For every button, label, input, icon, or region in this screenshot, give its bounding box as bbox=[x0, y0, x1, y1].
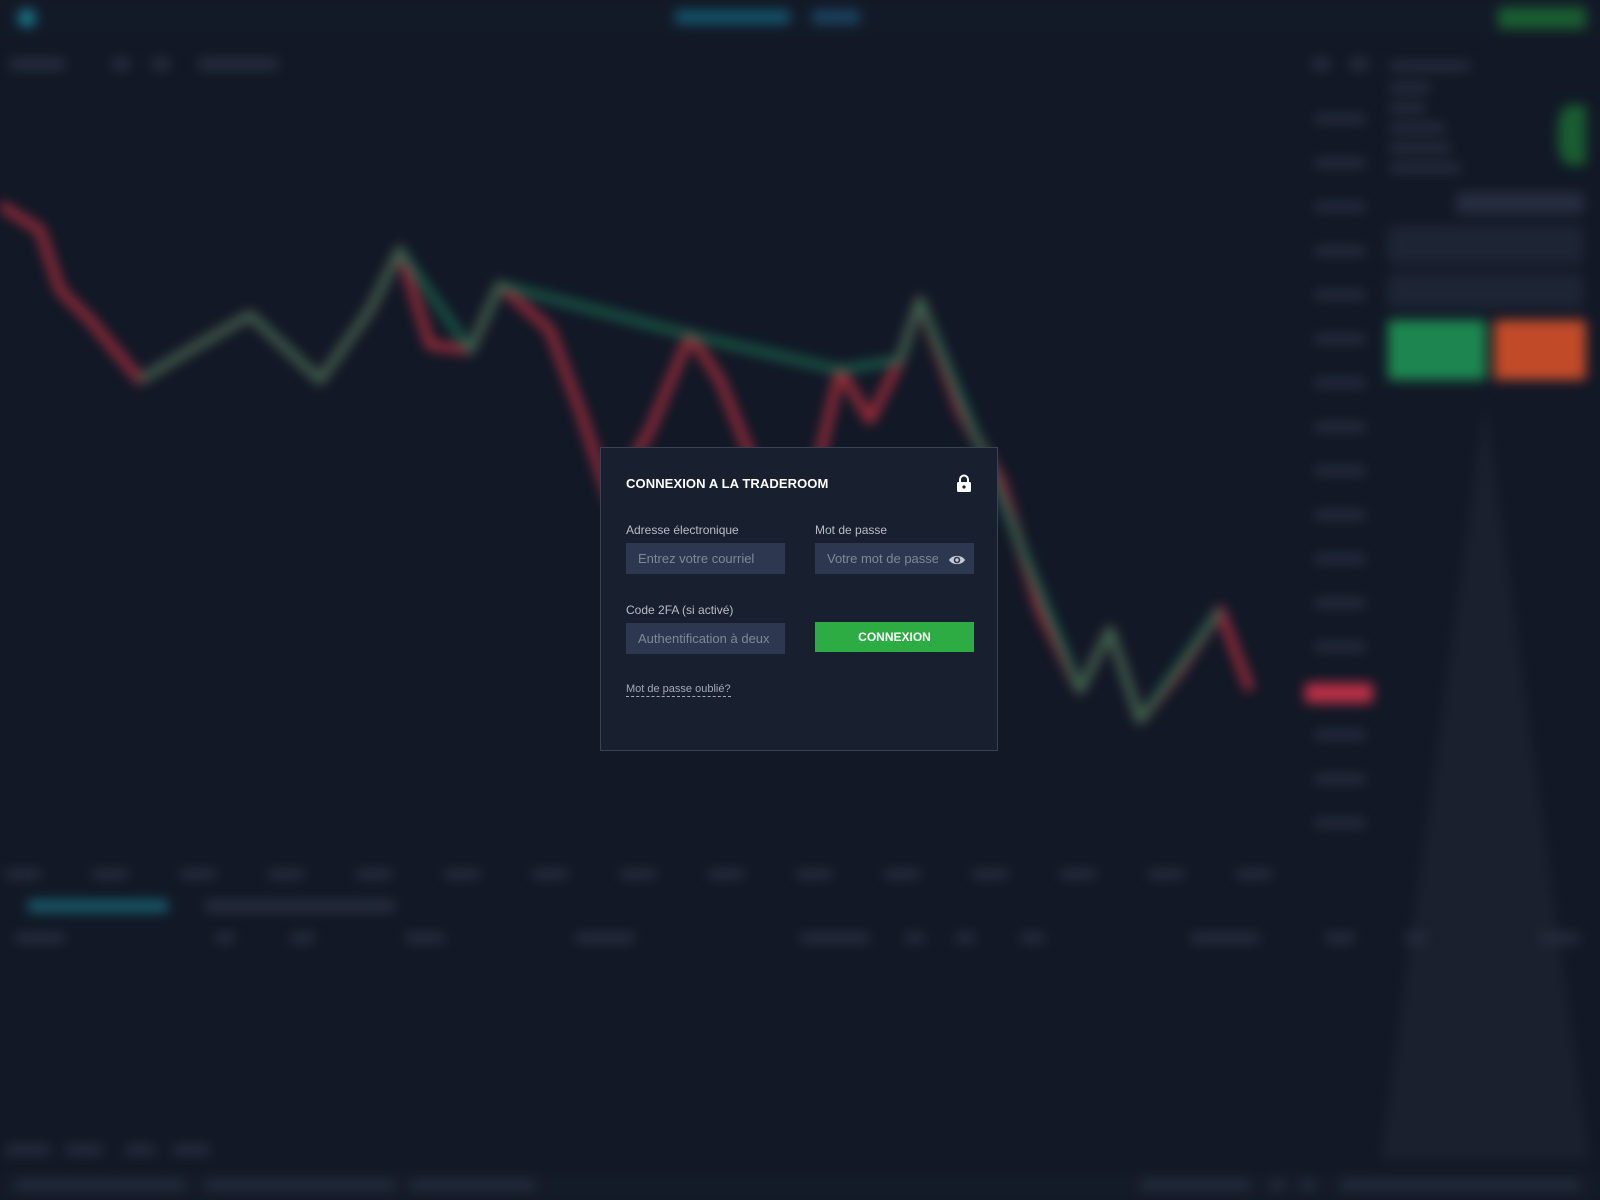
price-axis-tick bbox=[1315, 335, 1365, 343]
price-axis-tick bbox=[1315, 599, 1365, 607]
chart-toolbar-item bbox=[152, 58, 170, 70]
table-column-header bbox=[1325, 933, 1355, 943]
time-axis-tick bbox=[5, 870, 41, 878]
buy-button bbox=[1388, 320, 1486, 380]
twofa-label: Code 2FA (si activé) bbox=[626, 603, 734, 617]
asset-info-line bbox=[1390, 84, 1430, 92]
mini-chart-icon bbox=[1558, 105, 1586, 165]
price-axis-tick bbox=[1315, 115, 1365, 123]
time-axis-tick bbox=[1060, 870, 1096, 878]
login-button[interactable]: CONNEXION bbox=[815, 622, 974, 652]
lock-icon bbox=[957, 474, 971, 492]
chart-toolbar-item bbox=[1350, 58, 1368, 70]
price-axis-tick bbox=[1315, 643, 1365, 651]
time-axis-tick bbox=[708, 870, 744, 878]
footer-item bbox=[5, 1145, 50, 1155]
twofa-input[interactable] bbox=[626, 623, 785, 654]
amount-field bbox=[1388, 226, 1583, 264]
table-column-header bbox=[1540, 933, 1580, 943]
table-column-header bbox=[1405, 933, 1425, 943]
price-axis-tick bbox=[1315, 775, 1365, 783]
footer-item bbox=[65, 1145, 103, 1155]
status-bar-item bbox=[1300, 1180, 1315, 1190]
table-column-header bbox=[905, 933, 925, 943]
login-modal: CONNEXION A LA TRADEROOM Adresse électro… bbox=[600, 447, 998, 751]
chart-toolbar-item bbox=[10, 58, 65, 70]
time-axis-tick bbox=[972, 870, 1008, 878]
top-tab-active bbox=[675, 10, 790, 24]
table-column-header bbox=[15, 933, 65, 943]
asset-info-line bbox=[1390, 62, 1470, 70]
chart-toolbar-item bbox=[1312, 58, 1330, 70]
time-axis-tick bbox=[1236, 870, 1272, 878]
top-tab-secondary bbox=[812, 10, 860, 24]
table-column-header bbox=[405, 933, 445, 943]
time-axis-tick bbox=[444, 870, 480, 878]
panel-toggle bbox=[1456, 192, 1584, 214]
time-axis-tick bbox=[532, 870, 568, 878]
time-axis-tick bbox=[268, 870, 304, 878]
table-column-header bbox=[800, 933, 870, 943]
time-axis-tick bbox=[1148, 870, 1184, 878]
asset-info-line bbox=[1390, 104, 1425, 112]
price-axis-tick bbox=[1315, 511, 1365, 519]
time-axis-tick bbox=[884, 870, 920, 878]
price-axis-tick bbox=[1315, 731, 1365, 739]
positions-tab-active bbox=[28, 900, 168, 912]
email-input[interactable] bbox=[626, 543, 785, 574]
status-bar-item bbox=[1270, 1180, 1285, 1190]
status-bar-item bbox=[15, 1180, 185, 1190]
footer-item bbox=[172, 1145, 210, 1155]
status-bar-item bbox=[410, 1180, 535, 1190]
status-bar-item bbox=[1140, 1180, 1250, 1190]
time-axis-tick bbox=[180, 870, 216, 878]
price-axis-tick bbox=[1315, 423, 1365, 431]
table-column-header bbox=[955, 933, 975, 943]
top-right-button bbox=[1498, 7, 1586, 29]
forgot-password-link[interactable]: Mot de passe oublié? bbox=[626, 683, 731, 697]
time-axis-tick bbox=[356, 870, 392, 878]
price-axis-tick bbox=[1315, 819, 1365, 827]
time-axis-tick bbox=[620, 870, 656, 878]
price-axis-tick bbox=[1315, 467, 1365, 475]
table-column-header bbox=[290, 933, 315, 943]
price-axis-tick bbox=[1315, 379, 1365, 387]
asset-info-line bbox=[1390, 144, 1450, 152]
time-axis-tick bbox=[92, 870, 128, 878]
logo-icon bbox=[18, 9, 36, 27]
email-label: Adresse électronique bbox=[626, 523, 739, 537]
price-axis-tick bbox=[1315, 247, 1365, 255]
status-bar-item bbox=[205, 1180, 395, 1190]
time-axis-tick bbox=[796, 870, 832, 878]
price-axis-tick bbox=[1315, 203, 1365, 211]
table-column-header bbox=[1020, 933, 1045, 943]
sell-button bbox=[1494, 320, 1586, 380]
modal-title: CONNEXION A LA TRADEROOM bbox=[626, 476, 829, 491]
footer-item bbox=[125, 1145, 155, 1155]
chart-toolbar-item bbox=[198, 58, 278, 70]
password-label: Mot de passe bbox=[815, 523, 888, 537]
current-price-marker bbox=[1305, 683, 1373, 703]
price-axis-tick bbox=[1315, 291, 1365, 299]
table-column-header bbox=[1190, 933, 1260, 943]
status-bar-item bbox=[1340, 1180, 1580, 1190]
table-column-header bbox=[575, 933, 635, 943]
rocket-watermark bbox=[1380, 400, 1590, 1160]
asset-info-line bbox=[1390, 124, 1445, 132]
price-axis-tick bbox=[1315, 555, 1365, 563]
chart-toolbar-item bbox=[112, 58, 130, 70]
top-bar bbox=[0, 0, 1600, 36]
positions-tab bbox=[205, 900, 395, 912]
price-axis-tick bbox=[1315, 159, 1365, 167]
asset-info-line bbox=[1390, 164, 1460, 172]
expiry-field bbox=[1388, 274, 1583, 308]
eye-icon[interactable] bbox=[948, 553, 966, 567]
table-column-header bbox=[215, 933, 235, 943]
